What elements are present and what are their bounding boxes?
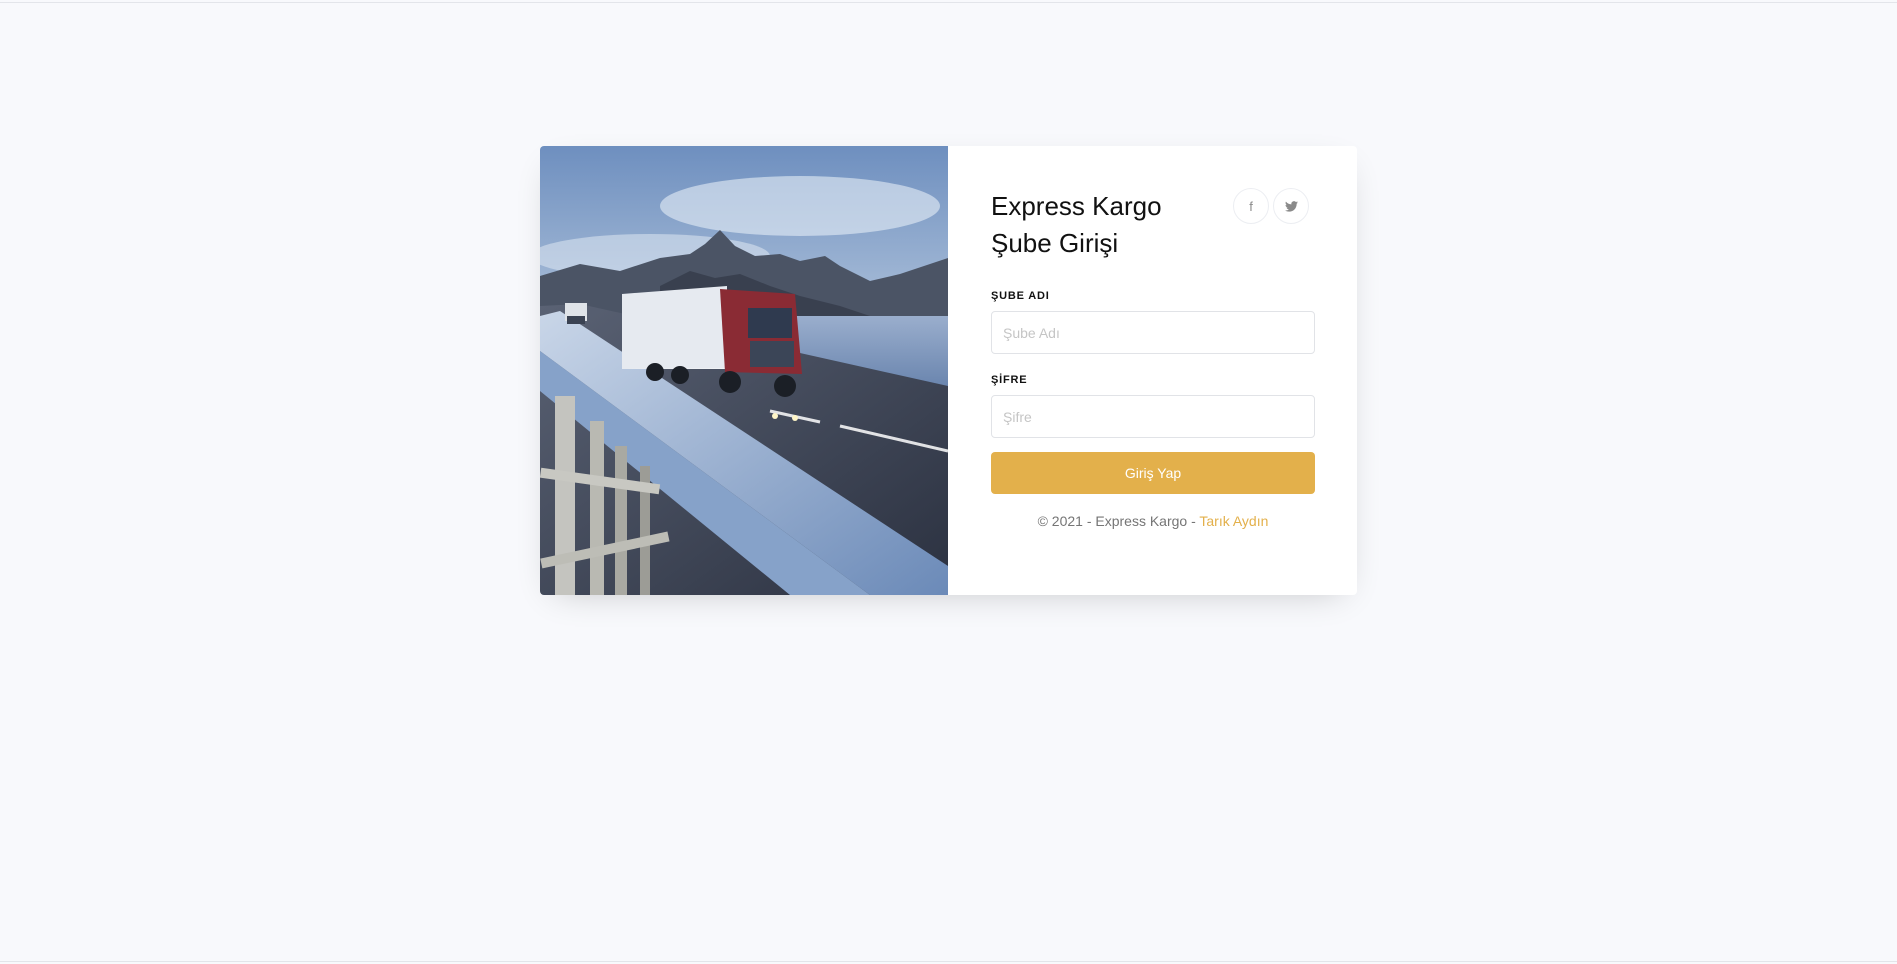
title-line-1: Express Kargo: [991, 191, 1162, 221]
password-label: ŞİFRE: [991, 374, 1028, 386]
login-card: Express Kargo Şube Girişi f ŞUBE ADI ŞİF…: [540, 146, 1357, 595]
twitter-button[interactable]: [1273, 188, 1309, 224]
copyright-text: © 2021 - Express Kargo -: [1037, 513, 1200, 529]
twitter-icon: [1284, 200, 1298, 212]
bottom-divider: [0, 961, 1897, 962]
author-link[interactable]: Tarık Aydın: [1199, 513, 1268, 529]
social-links: f: [1233, 188, 1309, 224]
top-divider: [0, 2, 1897, 3]
truck-photo: [540, 146, 948, 595]
branch-name-label: ŞUBE ADI: [991, 290, 1050, 302]
login-form-panel: Express Kargo Şube Girişi f ŞUBE ADI ŞİF…: [948, 146, 1357, 595]
login-button[interactable]: Giriş Yap: [991, 452, 1315, 494]
facebook-icon: f: [1249, 198, 1253, 214]
page-title: Express Kargo Şube Girişi: [991, 188, 1191, 262]
facebook-button[interactable]: f: [1233, 188, 1269, 224]
footer-copyright: © 2021 - Express Kargo - Tarık Aydın: [991, 513, 1315, 529]
title-line-2: Şube Girişi: [991, 228, 1119, 258]
branch-name-input[interactable]: [991, 311, 1315, 354]
password-input[interactable]: [991, 395, 1315, 438]
